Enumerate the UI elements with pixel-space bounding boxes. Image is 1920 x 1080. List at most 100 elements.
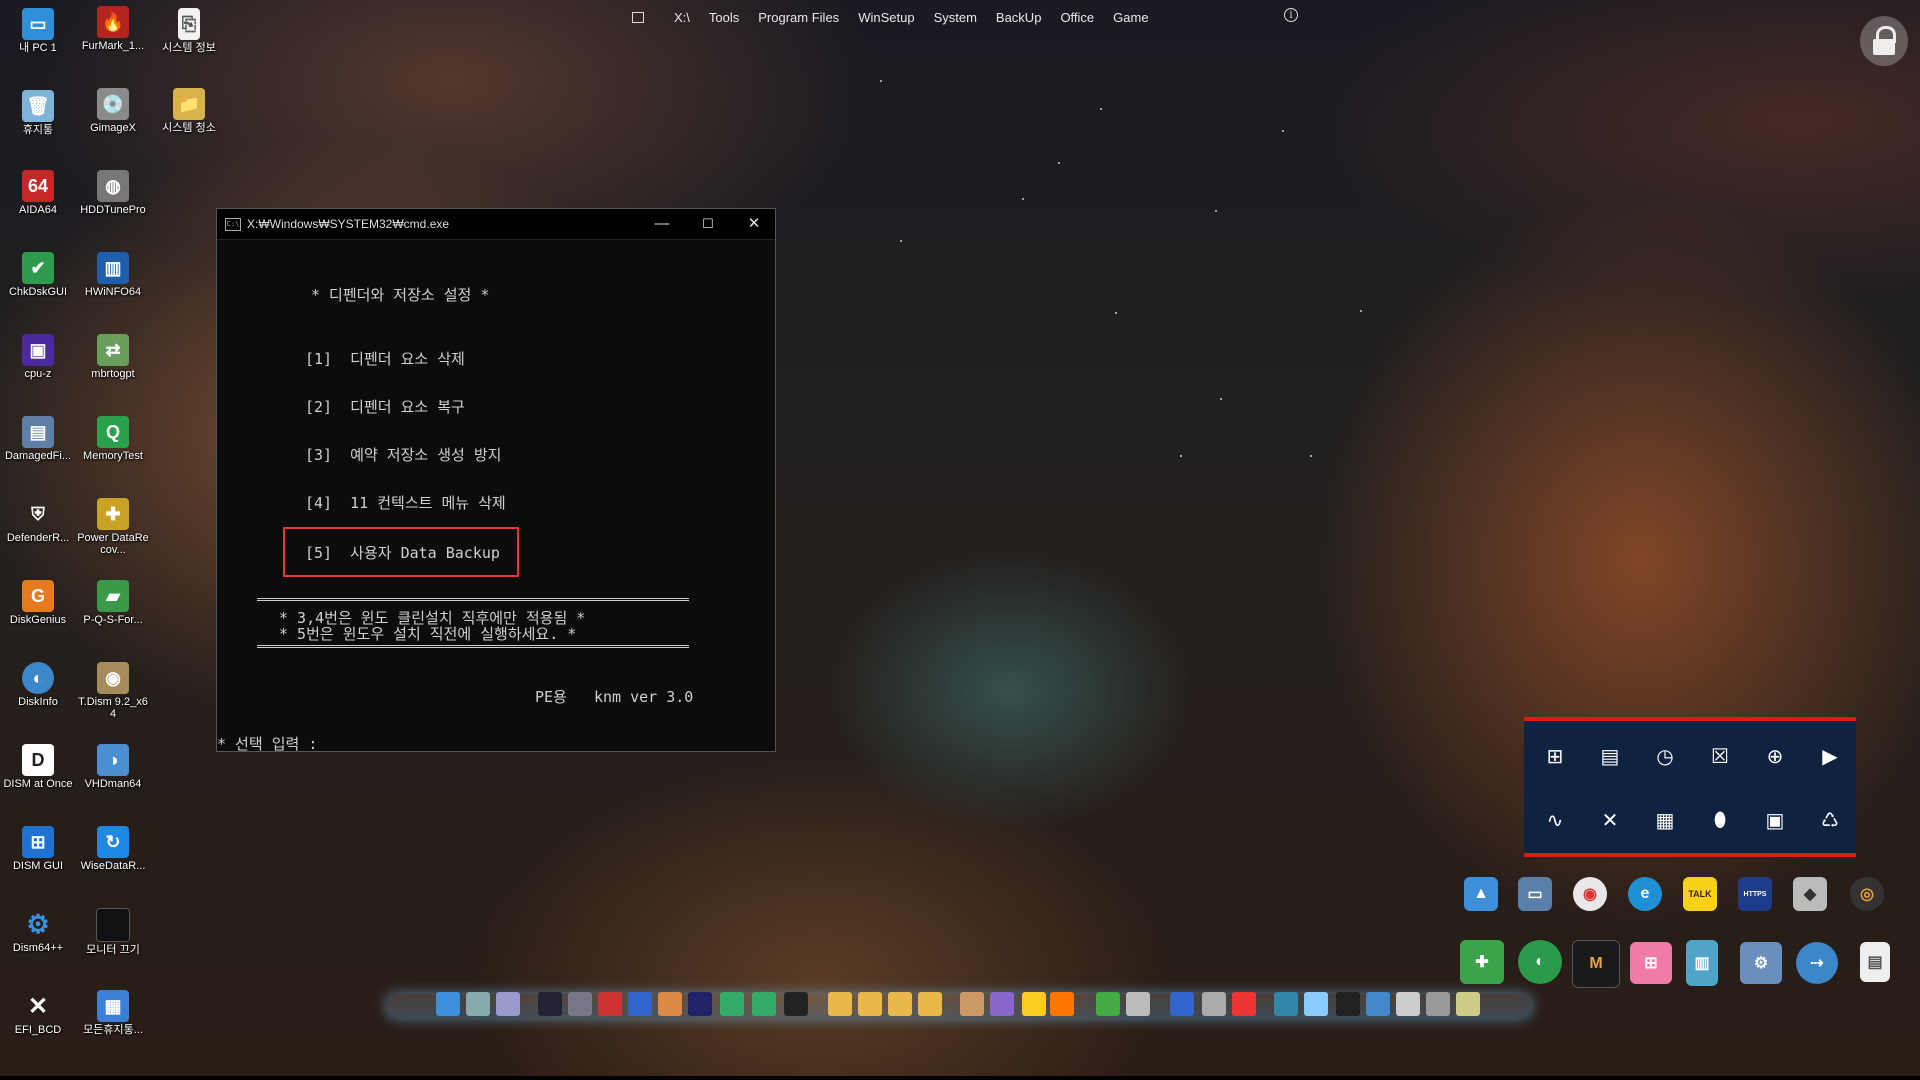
mouse-icon[interactable]: ⬮ xyxy=(1705,805,1735,835)
pulse-icon[interactable]: ∿ xyxy=(1540,805,1570,835)
cmd-window[interactable]: C:\ X:₩Windows₩SYSTEM32₩cmd.exe — ☐ ✕ * … xyxy=(216,208,776,754)
dock-clipboard-icon[interactable] xyxy=(1396,992,1420,1016)
globe-icon[interactable]: ⊕ xyxy=(1760,741,1790,771)
menu-item-tools[interactable]: Tools xyxy=(701,8,747,27)
file-icon[interactable]: ▤ xyxy=(1860,942,1890,982)
desktop-icon-vhdman[interactable]: ◑ VHDman64 xyxy=(77,744,149,790)
puzzle-icon[interactable]: ✚ xyxy=(1460,940,1504,984)
memory-icon[interactable]: M xyxy=(1572,940,1620,988)
dock-folder-icon-1[interactable] xyxy=(828,992,852,1016)
dock-save-icon[interactable] xyxy=(628,992,652,1016)
desktop-icon-chkdsk[interactable]: ✔ ChkDskGUI xyxy=(2,252,74,298)
desktop-icon-aida64[interactable]: 64 AIDA64 xyxy=(2,170,74,216)
desktop-icon-wisedatarecovery[interactable]: ↻ WiseDataR... xyxy=(77,826,149,872)
dock-sphere-icon[interactable] xyxy=(1202,992,1226,1016)
dock-gear-icon[interactable] xyxy=(568,992,592,1016)
desktop-icon-system-info[interactable]: ⎘ 시스템 정보 xyxy=(153,8,225,54)
lock-icon[interactable] xyxy=(1860,16,1908,66)
desktop-icon-memorytest[interactable]: Q MemoryTest xyxy=(77,416,149,462)
desktop-icon-mbrtogpt[interactable]: ⇄ mbrtogpt xyxy=(77,334,149,380)
notepad-icon[interactable]: ▤ xyxy=(1595,741,1625,771)
kakaotalk-icon[interactable]: TALK xyxy=(1683,877,1717,911)
desktop-icon-dism-at-once[interactable]: D DISM at Once xyxy=(2,744,74,790)
close-box-icon[interactable]: ☒ xyxy=(1705,741,1735,771)
dock-search-icon[interactable] xyxy=(466,992,490,1016)
minimize-button[interactable]: — xyxy=(639,209,685,239)
menu-item-system[interactable]: System xyxy=(926,8,985,27)
desktop-icon-dism64[interactable]: ⚙ Dism64++ xyxy=(2,908,74,955)
close-button[interactable]: ✕ xyxy=(731,209,777,239)
windows-icon[interactable]: ⊞ xyxy=(1540,741,1570,771)
dock-cmd-icon[interactable] xyxy=(1336,992,1360,1016)
dock-disk-icon[interactable] xyxy=(598,992,622,1016)
tools-icon[interactable]: ✕ xyxy=(1595,805,1625,835)
menu-item-game[interactable]: Game xyxy=(1105,8,1156,27)
eraser-icon[interactable]: ◆ xyxy=(1793,877,1827,911)
clock-icon[interactable]: ◷ xyxy=(1650,741,1680,771)
dock-tools-icon[interactable] xyxy=(1426,992,1450,1016)
dock-pen-icon[interactable] xyxy=(1456,992,1480,1016)
dock-blocks-icon[interactable] xyxy=(752,992,776,1016)
dock-laptop-icon[interactable] xyxy=(1274,992,1298,1016)
dock-snowflake-icon[interactable] xyxy=(1304,992,1328,1016)
desktop-icon-hddtune[interactable]: ◍ HDDTunePro xyxy=(77,170,149,216)
desktop-icon-gimagex[interactable]: 💿 GimageX xyxy=(77,88,149,134)
edge-icon[interactable]: e xyxy=(1628,877,1662,911)
desktop-icon-power-datarecovery[interactable]: ✚ Power DataRecov... xyxy=(77,498,149,556)
dock-image-icon[interactable] xyxy=(960,992,984,1016)
desktop-icon-hwinfo[interactable]: ▥ HWiNFO64 xyxy=(77,252,149,298)
info-icon[interactable]: i xyxy=(1284,8,1298,22)
desktop-icon-damaged-files[interactable]: ▤ DamagedFi... xyxy=(2,416,74,462)
window-switch-icon[interactable] xyxy=(632,12,644,23)
desktop-icon-defender[interactable]: ⛨ DefenderR... xyxy=(2,498,74,545)
calculator-icon[interactable]: ▦ xyxy=(1650,805,1680,835)
dock-player-icon[interactable] xyxy=(1022,992,1046,1016)
https-icon[interactable]: HTTPS xyxy=(1738,877,1772,911)
chrome-icon[interactable]: ◉ xyxy=(1573,877,1607,911)
desktop-icon-my-pc[interactable]: ▭ 내 PC 1 xyxy=(2,8,74,54)
dock-pie-icon[interactable] xyxy=(658,992,682,1016)
dock-vlc-icon[interactable] xyxy=(1050,992,1074,1016)
dock-cloud-icon[interactable] xyxy=(1126,992,1150,1016)
menu-item-drive[interactable]: X:\ xyxy=(666,8,698,27)
dock-x-icon[interactable] xyxy=(1232,992,1256,1016)
desktop-icon-system-clean[interactable]: 📁 시스템 청소 xyxy=(153,88,225,134)
menu-item-program-files[interactable]: Program Files xyxy=(750,8,847,27)
dock-folder-icon-2[interactable] xyxy=(858,992,882,1016)
cmd-titlebar[interactable]: C:\ X:₩Windows₩SYSTEM32₩cmd.exe — ☐ ✕ xyxy=(217,209,775,240)
desktop-icon-efi-bcd[interactable]: ✕ EFI_BCD xyxy=(2,990,74,1037)
screen-capture-icon[interactable]: ▣ xyxy=(1760,805,1790,835)
drive-icon[interactable]: ◐ xyxy=(1518,940,1562,984)
desktop-icon-tdism[interactable]: ◉ T.Dism 9.2_x64 xyxy=(77,662,149,720)
office-icon[interactable]: ⊞ xyxy=(1630,942,1672,984)
dock-monitor-icon[interactable] xyxy=(436,992,460,1016)
desktop-icon-all-recycle[interactable]: ▦ 모든휴지통... xyxy=(77,990,149,1036)
photo-icon[interactable]: ▲ xyxy=(1464,877,1498,911)
menu-item-backup[interactable]: BackUp xyxy=(988,8,1050,27)
dock-network-icon[interactable] xyxy=(720,992,744,1016)
menu-item-winsetup[interactable]: WinSetup xyxy=(850,8,922,27)
terminal-icon[interactable]: ▶ xyxy=(1815,741,1845,771)
network-icon[interactable]: ⚙ xyxy=(1740,942,1782,984)
desktop-icon-recycle-bin[interactable]: 🗑 휴지통 xyxy=(2,90,74,136)
screen-icon[interactable]: ▭ xyxy=(1518,877,1552,911)
media-player-icon[interactable]: ◎ xyxy=(1850,877,1884,911)
desktop-icon-diskgenius[interactable]: G DiskGenius xyxy=(2,580,74,626)
dock-user-add-icon[interactable] xyxy=(538,992,562,1016)
dock-screen-icon[interactable] xyxy=(688,992,712,1016)
desktop-icon-cpuz[interactable]: ▣ cpu-z xyxy=(2,334,74,380)
dock-shield-icon[interactable] xyxy=(784,992,808,1016)
console-prompt[interactable]: * 선택 입력 : xyxy=(217,733,317,754)
recycle-icon[interactable]: ♺ xyxy=(1815,805,1845,835)
dock-phone-icon[interactable] xyxy=(990,992,1014,1016)
dock-desktop-icon[interactable] xyxy=(1170,992,1194,1016)
menu-item-office[interactable]: Office xyxy=(1052,8,1102,27)
desktop-icon-monitor-off[interactable]: 모니터 끄기 xyxy=(77,908,149,956)
desktop-icon-furmark[interactable]: 🔥 FurMark_1... xyxy=(77,6,149,52)
dock-folder-icon-3[interactable] xyxy=(888,992,912,1016)
pipe-icon[interactable]: ⇢ xyxy=(1796,942,1838,984)
desktop-icon-pqs[interactable]: ▰ P-Q-S-For... xyxy=(77,580,149,626)
desktop-icon-diskinfo[interactable]: ◐ DiskInfo xyxy=(2,662,74,708)
maximize-button[interactable]: ☐ xyxy=(685,209,731,239)
dock-grid-icon[interactable] xyxy=(496,992,520,1016)
